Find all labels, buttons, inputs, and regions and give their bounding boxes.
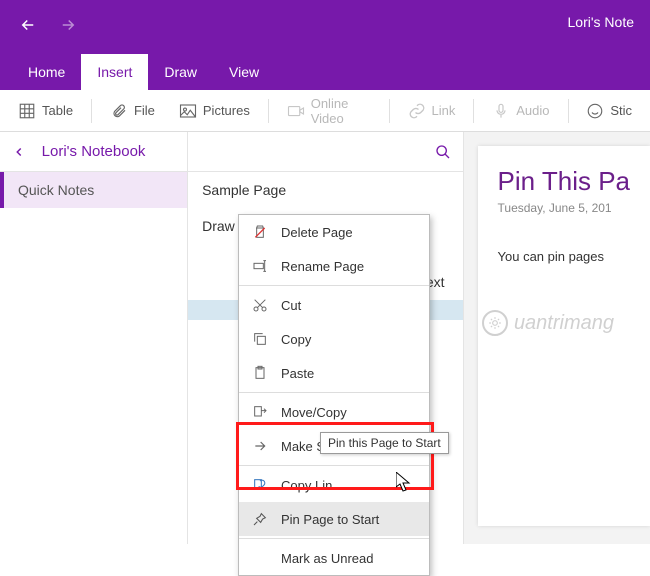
attachment-icon bbox=[110, 102, 128, 120]
delete-icon bbox=[251, 223, 269, 241]
separator bbox=[473, 99, 474, 123]
notebook-title: Lori's Notebook bbox=[42, 143, 146, 160]
separator bbox=[268, 99, 269, 123]
menu-cut[interactable]: Cut bbox=[239, 288, 429, 322]
menu-item-label: Copy bbox=[281, 332, 311, 347]
ribbon-table-button[interactable]: Table bbox=[8, 98, 83, 124]
tab-insert[interactable]: Insert bbox=[81, 54, 148, 90]
menu-item-label: Rename Page bbox=[281, 259, 364, 274]
ribbon-stickers-label: Stic bbox=[610, 103, 632, 118]
ribbon-video-label: Online Video bbox=[311, 96, 371, 126]
ribbon-pictures-button[interactable]: Pictures bbox=[169, 98, 260, 124]
ribbon: Table File Pictures Online Video Link Au… bbox=[0, 90, 650, 132]
cut-icon bbox=[251, 296, 269, 314]
sidebar: Lori's Notebook Quick Notes bbox=[0, 132, 188, 544]
menu-rename-page[interactable]: Rename Page bbox=[239, 249, 429, 283]
menu-pin-page-start[interactable]: Pin Page to Start bbox=[239, 502, 429, 536]
ribbon-link-label: Link bbox=[432, 103, 456, 118]
ribbon-audio-button: Audio bbox=[482, 98, 559, 124]
sidebar-section-quick-notes[interactable]: Quick Notes bbox=[0, 172, 187, 208]
menu-move-copy[interactable]: Move/Copy bbox=[239, 395, 429, 429]
ribbon-pictures-label: Pictures bbox=[203, 103, 250, 118]
menu-item-label: Pin Page to Start bbox=[281, 512, 379, 527]
menu-separator bbox=[239, 285, 429, 286]
chevron-left-icon[interactable] bbox=[12, 145, 26, 159]
tooltip: Pin this Page to Start bbox=[320, 432, 449, 454]
page-body[interactable]: You can pin pages bbox=[498, 249, 630, 264]
menu-item-label: Delete Page bbox=[281, 225, 353, 240]
page-item-sample[interactable]: Sample Page bbox=[188, 172, 462, 208]
separator bbox=[568, 99, 569, 123]
window-title: Lori's Note bbox=[568, 14, 634, 30]
sidebar-section-label: Quick Notes bbox=[18, 182, 94, 198]
copy-link-icon bbox=[251, 476, 269, 494]
video-icon bbox=[287, 102, 305, 120]
table-icon bbox=[18, 102, 36, 120]
tab-view[interactable]: View bbox=[213, 54, 275, 90]
menu-item-label: Paste bbox=[281, 366, 314, 381]
separator bbox=[389, 99, 390, 123]
menu-separator bbox=[239, 465, 429, 466]
context-menu: Delete Page Rename Page Cut Copy Paste M… bbox=[238, 214, 430, 576]
link-icon bbox=[408, 102, 426, 120]
move-icon bbox=[251, 403, 269, 421]
menu-paste[interactable]: Paste bbox=[239, 356, 429, 390]
back-arrow-icon[interactable] bbox=[16, 13, 40, 37]
separator bbox=[91, 99, 92, 123]
tooltip-text: Pin this Page to Start bbox=[328, 436, 441, 450]
page-date: Tuesday, June 5, 201 bbox=[498, 201, 630, 215]
menu-separator bbox=[239, 392, 429, 393]
ribbon-online-video-button: Online Video bbox=[277, 92, 381, 130]
menu-separator bbox=[239, 538, 429, 539]
paste-icon bbox=[251, 364, 269, 382]
blank-icon bbox=[251, 549, 269, 567]
audio-icon bbox=[492, 102, 510, 120]
forward-arrow-icon[interactable] bbox=[56, 13, 80, 37]
menu-item-label: Mark as Unread bbox=[281, 551, 373, 566]
tab-draw[interactable]: Draw bbox=[148, 54, 213, 90]
menu-mark-unread[interactable]: Mark as Unread bbox=[239, 541, 429, 575]
menu-copy-link[interactable]: Copy Lin bbox=[239, 468, 429, 502]
menu-item-label: Move/Copy bbox=[281, 405, 347, 420]
note-view: Pin This Pa Tuesday, June 5, 201 You can… bbox=[464, 132, 650, 544]
search-icon[interactable] bbox=[435, 144, 451, 160]
ribbon-link-button: Link bbox=[398, 98, 466, 124]
tab-home[interactable]: Home bbox=[12, 54, 81, 90]
subpage-icon bbox=[251, 437, 269, 455]
ribbon-stickers-button[interactable]: Stic bbox=[576, 98, 642, 124]
pictures-icon bbox=[179, 102, 197, 120]
menu-item-label: Copy Lin bbox=[281, 478, 332, 493]
rename-icon bbox=[251, 257, 269, 275]
page-item-label: Sample Page bbox=[202, 182, 286, 198]
menu-delete-page[interactable]: Delete Page bbox=[239, 215, 429, 249]
menu-item-label: Cut bbox=[281, 298, 301, 313]
pin-icon bbox=[251, 510, 269, 528]
ribbon-file-label: File bbox=[134, 103, 155, 118]
notebook-header[interactable]: Lori's Notebook bbox=[0, 132, 187, 172]
note-card: Pin This Pa Tuesday, June 5, 201 You can… bbox=[478, 146, 650, 526]
ribbon-tabs: Home Insert Draw View bbox=[0, 50, 650, 90]
menu-copy[interactable]: Copy bbox=[239, 322, 429, 356]
page-title[interactable]: Pin This Pa bbox=[498, 166, 630, 197]
emoji-icon bbox=[586, 102, 604, 120]
ribbon-table-label: Table bbox=[42, 103, 73, 118]
copy-icon bbox=[251, 330, 269, 348]
ribbon-file-button[interactable]: File bbox=[100, 98, 165, 124]
page-list-header: . bbox=[188, 132, 462, 172]
ribbon-audio-label: Audio bbox=[516, 103, 549, 118]
titlebar: Lori's Note bbox=[0, 0, 650, 50]
